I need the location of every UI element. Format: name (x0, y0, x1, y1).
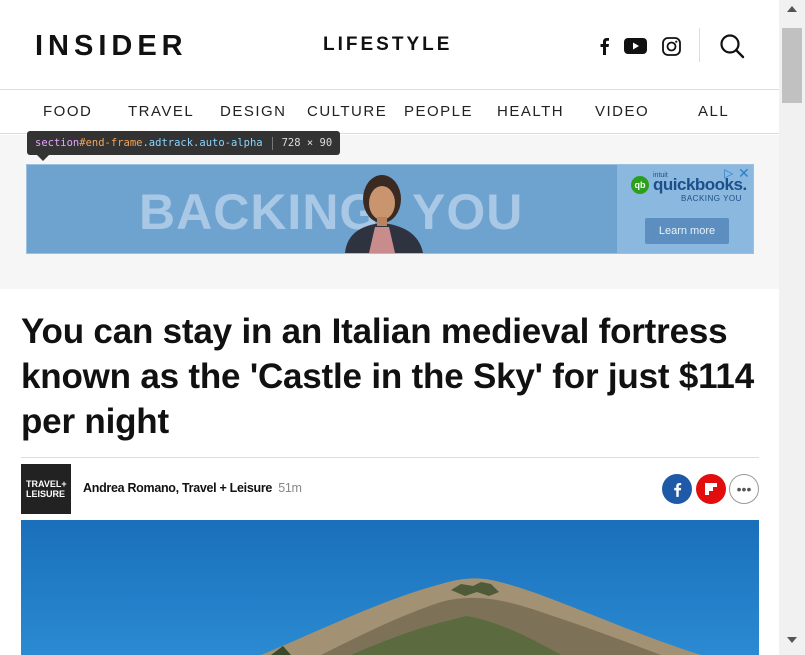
ad-close-icon[interactable]: ✕ (738, 165, 750, 182)
headline-divider (21, 457, 759, 458)
scroll-thumb[interactable] (782, 28, 802, 103)
share-more-button[interactable]: ••• (729, 474, 759, 504)
nav-item-video[interactable]: VIDEO (595, 103, 649, 120)
logo-line-1: TRAVEL+ (26, 479, 67, 489)
publish-time: 51m (278, 481, 302, 495)
article-headline: You can stay in an Italian medieval fort… (21, 312, 754, 441)
ad-tagline: BACKING YOU (681, 194, 742, 203)
header-divider (699, 28, 700, 62)
scroll-up-icon[interactable] (787, 6, 797, 12)
mountain-image (21, 520, 759, 655)
nav-item-travel[interactable]: TRAVEL (128, 103, 194, 120)
logo-line-2: LEISURE (26, 489, 66, 499)
qb-circle-icon: qb (631, 176, 649, 194)
page-scrollbar[interactable] (779, 0, 805, 655)
share-facebook-button[interactable] (662, 474, 692, 504)
author-name[interactable]: Andrea Romano, Travel + Leisure (83, 481, 272, 495)
category-nav: FOOD TRAVEL DESIGN CULTURE PEOPLE HEALTH… (0, 91, 779, 134)
flipboard-icon (705, 483, 717, 495)
quickbooks-ad-banner[interactable]: BACKING YOU intuit qb quickbooks. BACKIN… (26, 164, 754, 254)
nav-item-food[interactable]: FOOD (43, 103, 92, 120)
hero-image (21, 520, 759, 655)
site-header: INSIDER LIFESTYLE (0, 0, 779, 90)
page: INSIDER LIFESTYLE FOOD TRAVEL DESIGN CUL… (0, 0, 779, 655)
nav-item-people[interactable]: PEOPLE (404, 103, 473, 120)
tooltip-classes: .adtrack.auto-alpha (142, 137, 263, 149)
instagram-icon[interactable] (660, 35, 682, 57)
ad-person-image (345, 175, 423, 253)
tooltip-id: #end-frame (79, 137, 143, 149)
scroll-down-icon[interactable] (787, 637, 797, 643)
facebook-icon (673, 482, 681, 497)
share-flipboard-button[interactable] (696, 474, 726, 504)
devtools-tooltip: section#end-frame.adtrack.auto-alpha 728… (27, 131, 341, 155)
adchoices-icon[interactable]: ▷ (724, 166, 733, 180)
youtube-icon[interactable] (623, 35, 647, 57)
facebook-icon[interactable] (596, 35, 612, 57)
search-icon[interactable] (718, 32, 746, 60)
nav-item-culture[interactable]: CULTURE (307, 103, 387, 120)
tooltip-arrow (37, 155, 49, 161)
travel-leisure-logo[interactable]: TRAVEL+ LEISURE (21, 464, 71, 514)
section-title[interactable]: LIFESTYLE (323, 34, 452, 56)
learn-more-button[interactable]: Learn more (645, 218, 729, 244)
tooltip-tag: section (35, 137, 80, 149)
nav-item-health[interactable]: HEALTH (497, 103, 564, 120)
ad-image-area[interactable]: BACKING YOU (27, 165, 617, 253)
byline: Andrea Romano, Travel + Leisure 51m (83, 481, 302, 495)
tooltip-dimensions: 728 × 90 (281, 137, 333, 149)
tooltip-separator (271, 136, 273, 150)
ad-brand-panel[interactable]: intuit qb quickbooks. BACKING YOU Learn … (617, 165, 753, 253)
nav-item-design[interactable]: DESIGN (220, 103, 287, 120)
insider-logo[interactable]: INSIDER (35, 30, 188, 63)
nav-item-all[interactable]: ALL (698, 103, 729, 120)
